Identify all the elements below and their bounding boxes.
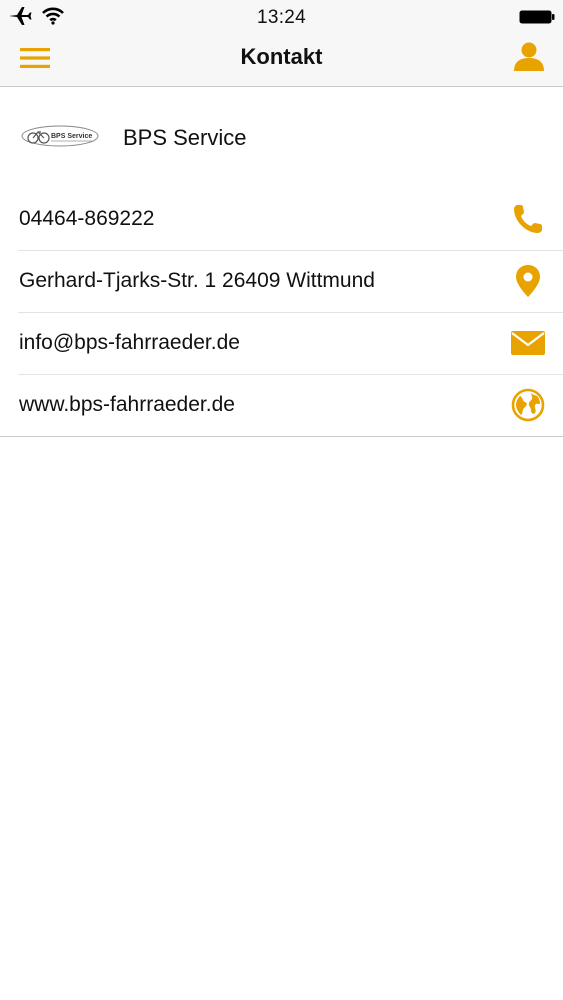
address-text: Gerhard-Tjarks-Str. 1 26409 Wittmund [19,269,375,292]
email-row[interactable]: info@bps-fahrraeder.de [0,312,563,374]
navigation-bar: Kontakt [0,36,563,87]
email-text: info@bps-fahrraeder.de [19,331,240,354]
status-bar: 13:24 [0,0,563,36]
globe-icon[interactable] [510,387,546,423]
logo-text: BPS Service [51,133,92,140]
company-logo: BPS Service [20,123,100,151]
battery-icon [519,10,555,24]
page-title: Kontakt [240,44,323,69]
website-text: www.bps-fahrraeder.de [19,393,235,416]
user-profile-icon[interactable] [513,40,545,72]
phone-row[interactable]: 04464-869222 [0,188,563,250]
phone-icon[interactable] [510,201,546,237]
website-row[interactable]: www.bps-fahrraeder.de [0,374,563,436]
company-header: BPS Service BPS Service [0,87,563,187]
company-name: BPS Service [123,125,247,150]
map-pin-icon[interactable] [510,263,546,299]
address-row[interactable]: Gerhard-Tjarks-Str. 1 26409 Wittmund [0,250,563,312]
phone-number: 04464-869222 [19,207,155,230]
status-time: 13:24 [256,7,307,28]
contact-list: 04464-869222 Gerhard-Tjarks-Str. 1 26409… [0,188,563,437]
mail-icon[interactable] [510,325,546,361]
